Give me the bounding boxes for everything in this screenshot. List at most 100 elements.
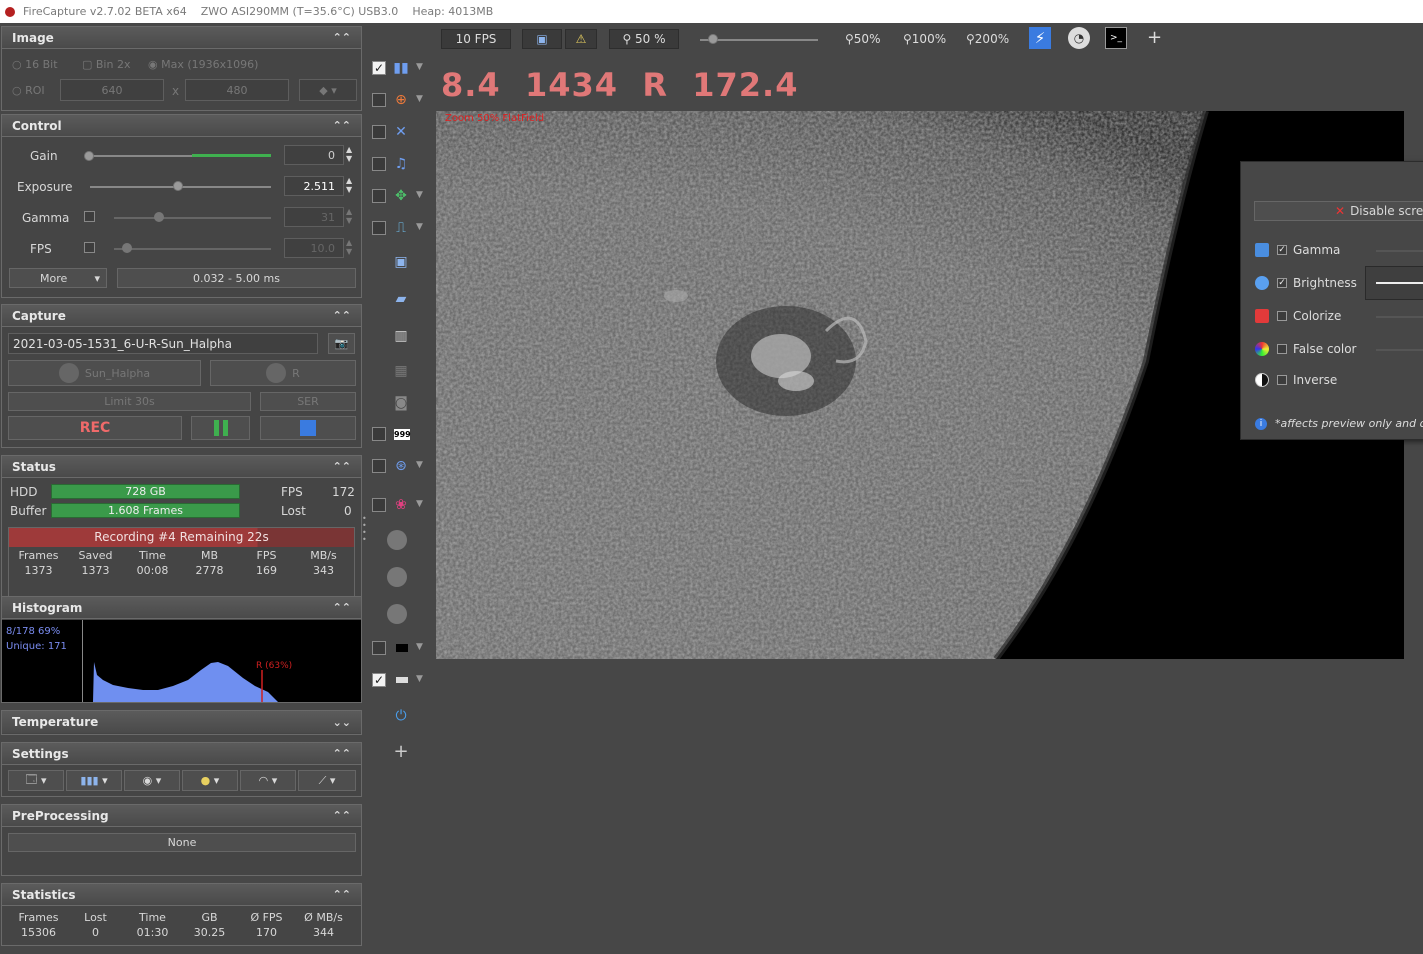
filename-field[interactable]: 2021-03-05-1531_6-U-R-Sun_Halpha: [8, 333, 318, 354]
collapse-icon[interactable]: ⌃⌃: [333, 31, 351, 44]
histogram-tool-icon[interactable]: ▮▮: [392, 60, 410, 76]
limit-button[interactable]: Limit 30s: [8, 392, 251, 411]
add-tool-icon[interactable]: +: [392, 743, 410, 761]
exposure-value-field[interactable]: 2.511: [284, 176, 344, 196]
brightness-slider[interactable]: [1376, 282, 1423, 284]
filter-button[interactable]: R: [210, 360, 356, 386]
fps-stepper[interactable]: ▲ ▼: [346, 238, 352, 256]
grid-icon[interactable]: ▦: [392, 363, 410, 379]
fps-slider[interactable]: [114, 248, 271, 250]
settings-panel-header[interactable]: Settings ⌃⌃: [2, 743, 361, 765]
brightness-option-checkbox[interactable]: ✓: [1277, 278, 1287, 288]
exposure-slider-knob[interactable]: [173, 181, 183, 191]
overlay-tool-checkbox[interactable]: [372, 459, 386, 473]
crosshair-tool-checkbox[interactable]: [372, 93, 386, 107]
stop-button[interactable]: [260, 416, 356, 440]
gain-stepper[interactable]: ▲ ▼: [346, 145, 352, 163]
inverse-option[interactable]: Inverse: [1255, 373, 1337, 387]
gamma-stepper[interactable]: ▲ ▼: [346, 207, 352, 225]
trash-icon[interactable]: ▥: [392, 328, 410, 344]
preprocessing-dropdown[interactable]: None: [8, 833, 356, 852]
quality-tool-icon[interactable]: ⎍: [392, 220, 410, 236]
collapse-icon[interactable]: ⌃⌃: [333, 309, 351, 322]
quality-tool-checkbox[interactable]: [372, 221, 386, 235]
temperature-panel-header[interactable]: Temperature ⌄⌄: [2, 711, 361, 733]
pause-button[interactable]: [191, 416, 250, 440]
track-tool-icon[interactable]: ♫: [392, 156, 410, 172]
expand-icon[interactable]: ⌄⌄: [333, 716, 351, 729]
collapse-icon[interactable]: ⌃⌃: [333, 119, 351, 132]
roi-width-field[interactable]: 640: [60, 79, 164, 101]
focus-tool-icon[interactable]: ✕: [392, 124, 410, 140]
colorize-slider[interactable]: [1376, 316, 1423, 318]
settings-telescope-button[interactable]: ⟋ ▾: [298, 770, 356, 791]
gamma-slider-knob[interactable]: [154, 212, 164, 222]
focus-tool-checkbox[interactable]: [372, 125, 386, 139]
fps-value-field[interactable]: 10.0: [284, 238, 344, 258]
format-button[interactable]: SER: [260, 392, 356, 411]
gamma-checkbox[interactable]: [84, 211, 95, 222]
roi-height-field[interactable]: 480: [185, 79, 289, 101]
warning-icon[interactable]: ⚠: [565, 29, 597, 49]
screenshot-icon[interactable]: ▣: [392, 254, 410, 270]
gamma-option[interactable]: ✓ Gamma: [1255, 243, 1340, 257]
counter-tool-icon[interactable]: 999: [394, 429, 411, 440]
folder-icon[interactable]: ▰: [392, 291, 410, 307]
preprocessing-panel-header[interactable]: PreProcessing ⌃⌃: [2, 805, 361, 827]
monitor-icon[interactable]: ▣: [522, 29, 562, 49]
false-color-option[interactable]: False color: [1255, 342, 1357, 356]
flatfield-icon[interactable]: [396, 677, 408, 683]
histogram-tool-dropdown[interactable]: ▼: [416, 62, 423, 72]
statistics-panel-header[interactable]: Statistics ⌃⌃: [2, 884, 361, 906]
fps-limit-button[interactable]: 10 FPS: [441, 29, 511, 49]
gamma-option-slider[interactable]: [1376, 250, 1423, 252]
bit16-option[interactable]: ○ 16 Bit: [12, 58, 58, 71]
counter-tool-checkbox[interactable]: [372, 427, 386, 441]
gain-value-field[interactable]: 0: [284, 145, 344, 165]
filter-slot-icon[interactable]: [387, 604, 407, 624]
align-tool-icon[interactable]: ✥: [392, 188, 410, 204]
dark-tool-checkbox[interactable]: [372, 641, 386, 655]
control-panel-header[interactable]: Control ⌃⌃: [2, 115, 361, 137]
fps-checkbox[interactable]: [84, 242, 95, 253]
splitter-handle[interactable]: • • • •: [362, 515, 367, 545]
align-tool-checkbox[interactable]: [372, 189, 386, 203]
timer-icon[interactable]: ◔: [1068, 27, 1090, 49]
bin2x-option[interactable]: ▢ Bin 2x: [82, 58, 130, 71]
settings-camera-button[interactable]: 🗔 ▾: [8, 770, 64, 791]
gamma-slider[interactable]: [114, 217, 271, 219]
colorize-option[interactable]: Colorize: [1255, 309, 1341, 323]
brightness-option[interactable]: ✓ Brightness: [1255, 276, 1357, 290]
collapse-icon[interactable]: ⌃⌃: [333, 888, 351, 901]
collapse-icon[interactable]: ⌃⌃: [333, 601, 351, 614]
collapse-icon[interactable]: ⌃⌃: [333, 747, 351, 760]
flat-tool-dropdown[interactable]: ▼: [416, 674, 423, 684]
profile-button[interactable]: Sun_Halpha: [8, 360, 201, 386]
false-color-option-checkbox[interactable]: [1277, 344, 1287, 354]
add-icon[interactable]: +: [1147, 27, 1162, 48]
colorize-option-checkbox[interactable]: [1277, 311, 1287, 321]
settings-gauge-button[interactable]: ◠ ▾: [240, 770, 296, 791]
zoom-200-button[interactable]: ⚲200%: [966, 32, 1009, 46]
color-tool-dropdown[interactable]: ▼: [416, 499, 423, 509]
zoom-50-button[interactable]: ⚲50%: [845, 32, 880, 46]
power-icon[interactable]: ⏻: [392, 708, 410, 724]
roi-option[interactable]: ○ ROI: [12, 84, 45, 97]
status-panel-header[interactable]: Status ⌃⌃: [2, 456, 361, 478]
overlay-tool-icon[interactable]: ⊛: [392, 458, 410, 474]
capture-panel-header[interactable]: Capture ⌃⌃: [2, 305, 361, 327]
settings-histogram-button[interactable]: ▮▮▮ ▾: [66, 770, 122, 791]
zoom-100-button[interactable]: ⚲100%: [903, 32, 946, 46]
overlay-tool-dropdown[interactable]: ▼: [416, 460, 423, 470]
filter-slot-icon[interactable]: [387, 567, 407, 587]
color-tool-checkbox[interactable]: [372, 498, 386, 512]
crosshair-tool-dropdown[interactable]: ▼: [416, 94, 423, 104]
target-icon[interactable]: ◙: [392, 395, 410, 411]
inverse-option-checkbox[interactable]: [1277, 375, 1287, 385]
zoom-slider-knob[interactable]: [708, 34, 718, 44]
fps-slider-knob[interactable]: [122, 243, 132, 253]
settings-color-button[interactable]: ◉ ▾: [124, 770, 180, 791]
color-tool-icon[interactable]: ❀: [392, 497, 410, 513]
false-color-slider[interactable]: [1376, 349, 1423, 351]
histogram-panel-header[interactable]: Histogram ⌃⌃: [2, 597, 361, 619]
